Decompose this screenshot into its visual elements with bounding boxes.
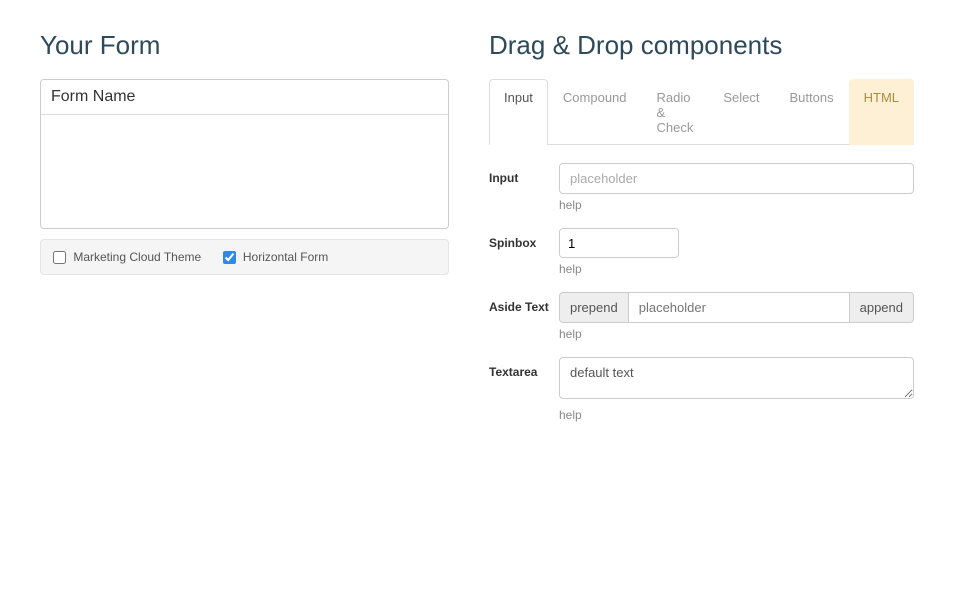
marketing-theme-option[interactable]: Marketing Cloud Theme xyxy=(53,250,205,264)
component-spinbox[interactable]: Spinbox ▲ ▼ help xyxy=(489,228,914,288)
horizontal-form-option[interactable]: Horizontal Form xyxy=(223,250,329,264)
tab-select[interactable]: Select xyxy=(708,79,774,145)
tab-html[interactable]: HTML xyxy=(849,79,914,145)
form-builder-panel: Your Form Marketing Cloud Theme Horizont… xyxy=(40,30,449,438)
component-textarea[interactable]: Textarea help xyxy=(489,357,914,434)
input-field[interactable] xyxy=(559,163,914,194)
input-label: Input xyxy=(489,163,559,224)
marketing-theme-label: Marketing Cloud Theme xyxy=(73,250,201,264)
main-container: Your Form Marketing Cloud Theme Horizont… xyxy=(40,30,914,438)
spinbox-input[interactable] xyxy=(560,229,679,257)
component-aside-text[interactable]: Aside Text prepend append help xyxy=(489,292,914,353)
horizontal-form-label: Horizontal Form xyxy=(243,250,328,264)
your-form-heading: Your Form xyxy=(40,30,449,61)
textarea-label: Textarea xyxy=(489,357,559,434)
aside-append: append xyxy=(850,292,914,323)
textarea-field[interactable] xyxy=(559,357,914,399)
aside-input-group: prepend append xyxy=(559,292,914,323)
form-drop-area[interactable] xyxy=(40,79,449,229)
tab-input[interactable]: Input xyxy=(489,79,548,145)
components-heading: Drag & Drop components xyxy=(489,30,914,61)
spinbox-help: help xyxy=(559,262,914,276)
horizontal-form-checkbox[interactable] xyxy=(223,251,236,264)
input-help: help xyxy=(559,198,914,212)
component-input[interactable]: Input help xyxy=(489,163,914,224)
spinbox-control[interactable]: ▲ ▼ xyxy=(559,228,679,258)
form-name-input[interactable] xyxy=(41,80,448,115)
aside-help: help xyxy=(559,327,914,341)
aside-prepend: prepend xyxy=(559,292,628,323)
components-panel: Drag & Drop components Input Compound Ra… xyxy=(489,30,914,438)
component-tabs: Input Compound Radio & Check Select Butt… xyxy=(489,79,914,145)
aside-label: Aside Text xyxy=(489,292,559,353)
tab-buttons[interactable]: Buttons xyxy=(775,79,849,145)
textarea-help: help xyxy=(559,408,914,422)
tab-compound[interactable]: Compound xyxy=(548,79,642,145)
form-options-bar: Marketing Cloud Theme Horizontal Form xyxy=(40,239,449,275)
marketing-theme-checkbox[interactable] xyxy=(53,251,66,264)
tab-radio-check[interactable]: Radio & Check xyxy=(642,79,709,145)
spinbox-label: Spinbox xyxy=(489,228,559,288)
aside-input[interactable] xyxy=(628,292,850,323)
